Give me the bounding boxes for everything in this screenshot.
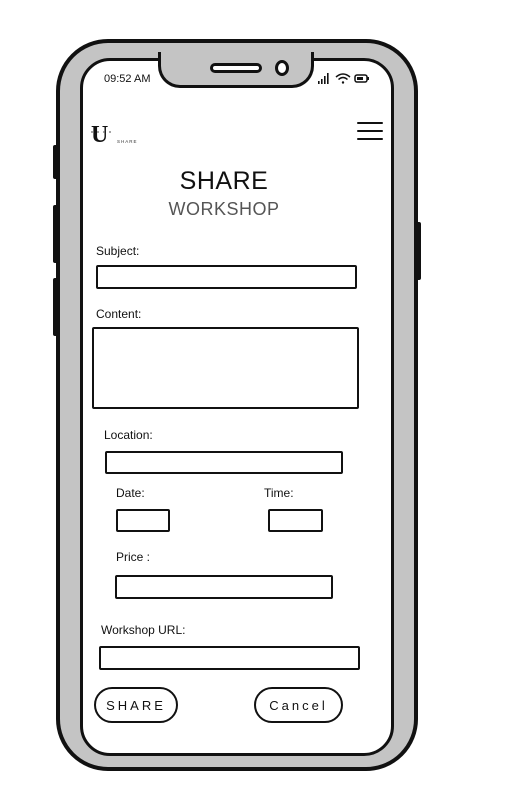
- workshop-url-label: Workshop URL:: [101, 623, 186, 637]
- hamburger-menu-icon[interactable]: [357, 122, 383, 144]
- app-logo: U SHARE: [88, 122, 144, 148]
- workshop-url-input[interactable]: [99, 646, 360, 670]
- speaker-grill: [210, 63, 262, 73]
- status-icons: [316, 70, 372, 86]
- logo-word: SHARE: [117, 139, 138, 144]
- page-subtitle: WORKSHOP: [168, 199, 280, 219]
- content-label: Content:: [96, 307, 142, 321]
- share-button[interactable]: SHARE: [94, 687, 178, 723]
- battery-icon: [354, 74, 369, 83]
- subject-label: Subject:: [96, 244, 140, 258]
- date-label: Date:: [116, 486, 145, 500]
- location-input[interactable]: [105, 451, 343, 474]
- signal-icon: [318, 73, 329, 84]
- side-button-power: [416, 222, 421, 280]
- front-camera: [275, 60, 289, 76]
- page-title: SHARE: [179, 167, 269, 195]
- time-label: Time:: [264, 486, 294, 500]
- location-label: Location:: [104, 428, 153, 442]
- content-textarea[interactable]: [92, 327, 359, 409]
- time-input[interactable]: [268, 509, 323, 532]
- price-label: Price :: [116, 550, 151, 564]
- logo-letter: U: [91, 122, 108, 146]
- status-time: 09:52 AM: [104, 73, 151, 85]
- date-input[interactable]: [116, 509, 170, 532]
- price-input[interactable]: [115, 575, 333, 599]
- wifi-icon: [335, 73, 351, 84]
- subject-input[interactable]: [96, 265, 357, 289]
- cancel-button[interactable]: Cancel: [254, 687, 343, 723]
- side-button-volume-down: [53, 278, 58, 336]
